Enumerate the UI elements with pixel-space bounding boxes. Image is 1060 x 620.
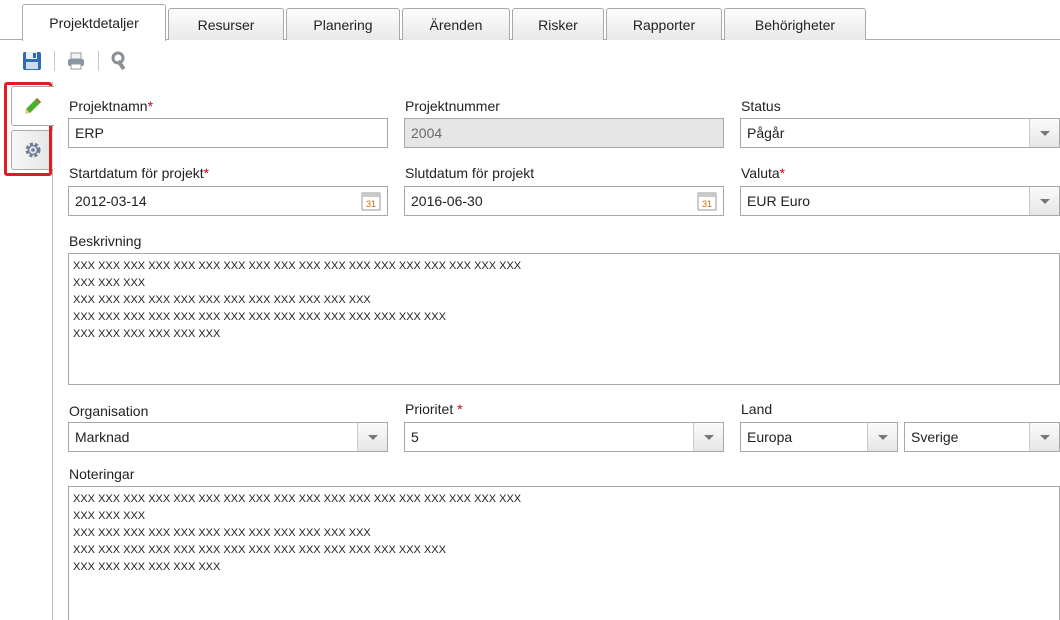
currency-value: EUR Euro [747, 193, 811, 209]
notes-line: XXX XXX XXX XXX XXX XXX XXX XXX XXX XXX … [73, 527, 371, 539]
notes-label: Noteringar [69, 466, 135, 482]
status-label: Status [741, 98, 781, 114]
description-line: XXX XXX XXX XXX XXX XXX XXX XXX XXX XXX … [73, 260, 522, 272]
side-tab-edit[interactable] [11, 86, 54, 126]
organisation-dropdown-button[interactable] [357, 423, 387, 451]
end-date-label: Slutdatum för projekt [405, 165, 535, 181]
country-label: Land [741, 401, 773, 417]
svg-text:31: 31 [702, 199, 712, 209]
toolbar-separator [54, 51, 55, 71]
tab-label: Rapporter [632, 16, 696, 33]
tab-label: Risker [538, 16, 578, 33]
country-select[interactable]: Sverige [904, 422, 1060, 452]
notes-line: XXX XXX XXX [73, 510, 146, 522]
project-number-field: 2004 [404, 118, 724, 148]
tab-planering[interactable]: Planering [286, 8, 400, 40]
organisation-value: Marknad [75, 429, 130, 445]
tools-icon [111, 51, 126, 70]
svg-text:31: 31 [366, 199, 376, 209]
required-mark: * [147, 98, 154, 114]
currency-select[interactable]: EUR Euro [740, 186, 1060, 216]
toolbar-separator [98, 51, 99, 71]
currency-label: Valuta* [741, 165, 786, 181]
status-select[interactable]: Pågår [740, 118, 1060, 148]
project-number-value: 2004 [411, 125, 443, 141]
country-dropdown-button[interactable] [1029, 423, 1059, 451]
tab-label: Resurser [197, 16, 255, 33]
chevron-down-icon [703, 434, 714, 440]
chevron-down-icon [1039, 198, 1050, 204]
start-date-value: 2012-03-14 [75, 193, 147, 209]
status-value: Pågår [747, 125, 785, 141]
start-date-field[interactable]: 2012-03-14 31 [68, 186, 388, 216]
chevron-down-icon [877, 434, 888, 440]
description-line: XXX XXX XXX XXX XXX XXX XXX XXX XXX XXX … [73, 294, 371, 306]
toolbar [0, 41, 1060, 81]
calendar-icon[interactable]: 31 [361, 191, 381, 211]
tools-button[interactable] [108, 49, 132, 73]
chevron-down-icon [1039, 130, 1050, 136]
notes-line: XXX XXX XXX XXX XXX XXX [73, 561, 221, 573]
tab-resurser[interactable]: Resurser [168, 8, 284, 40]
tab-rapporter[interactable]: Rapporter [606, 8, 722, 40]
tab-behorigheter[interactable]: Behörigheter [724, 8, 866, 40]
print-button[interactable] [64, 49, 88, 73]
save-button[interactable] [20, 49, 44, 73]
organisation-select[interactable]: Marknad [68, 422, 388, 452]
description-line: XXX XXX XXX [73, 277, 146, 289]
project-name-label: Projektnamn* [69, 98, 154, 114]
description-line: XXX XXX XXX XXX XXX XXX [73, 328, 221, 340]
region-select[interactable]: Europa [740, 422, 898, 452]
priority-value: 5 [411, 429, 419, 445]
required-mark: * [457, 401, 463, 417]
pencil-icon [25, 98, 41, 114]
status-dropdown-button[interactable] [1029, 119, 1059, 147]
project-number-label: Projektnummer [405, 98, 500, 114]
notes-line: XXX XXX XXX XXX XXX XXX XXX XXX XXX XXX … [73, 493, 522, 505]
calendar-icon[interactable]: 31 [697, 191, 717, 211]
print-icon [68, 52, 84, 70]
description-line: XXX XXX XXX XXX XXX XXX XXX XXX XXX XXX … [73, 311, 446, 323]
tab-label: Ärenden [429, 16, 483, 33]
required-mark: * [779, 165, 786, 181]
save-icon [23, 52, 41, 70]
priority-dropdown-button[interactable] [693, 423, 723, 451]
tab-arenden[interactable]: Ärenden [402, 8, 510, 40]
currency-dropdown-button[interactable] [1029, 187, 1059, 215]
chevron-down-icon [1039, 434, 1050, 440]
priority-label: Prioritet * [405, 401, 463, 417]
start-date-label: Startdatum för projekt* [69, 165, 210, 181]
required-mark: * [203, 165, 210, 181]
region-dropdown-button[interactable] [867, 423, 897, 451]
tab-label: Projektdetaljer [49, 15, 139, 31]
description-label: Beskrivning [69, 233, 142, 249]
tab-projektdetaljer[interactable]: Projektdetaljer [22, 4, 166, 41]
tab-risker[interactable]: Risker [512, 8, 604, 40]
project-name-value: ERP [75, 125, 104, 141]
tab-label: Behörigheter [754, 16, 836, 33]
priority-select[interactable]: 5 [404, 422, 724, 452]
tab-label: Planering [313, 16, 373, 33]
tab-bar: Projektdetaljer Resurser Planering Ärend… [0, 0, 1060, 41]
chevron-down-icon [367, 434, 378, 440]
organisation-label: Organisation [69, 403, 149, 419]
project-name-field[interactable]: ERP [68, 118, 388, 148]
end-date-value: 2016-06-30 [411, 193, 483, 209]
notes-line: XXX XXX XXX XXX XXX XXX XXX XXX XXX XXX … [73, 544, 446, 556]
notes-textarea[interactable]: XXX XXX XXX XXX XXX XXX XXX XXX XXX XXX … [68, 486, 1060, 620]
end-date-field[interactable]: 2016-06-30 31 [404, 186, 724, 216]
description-textarea[interactable]: XXX XXX XXX XXX XXX XXX XXX XXX XXX XXX … [68, 253, 1060, 385]
